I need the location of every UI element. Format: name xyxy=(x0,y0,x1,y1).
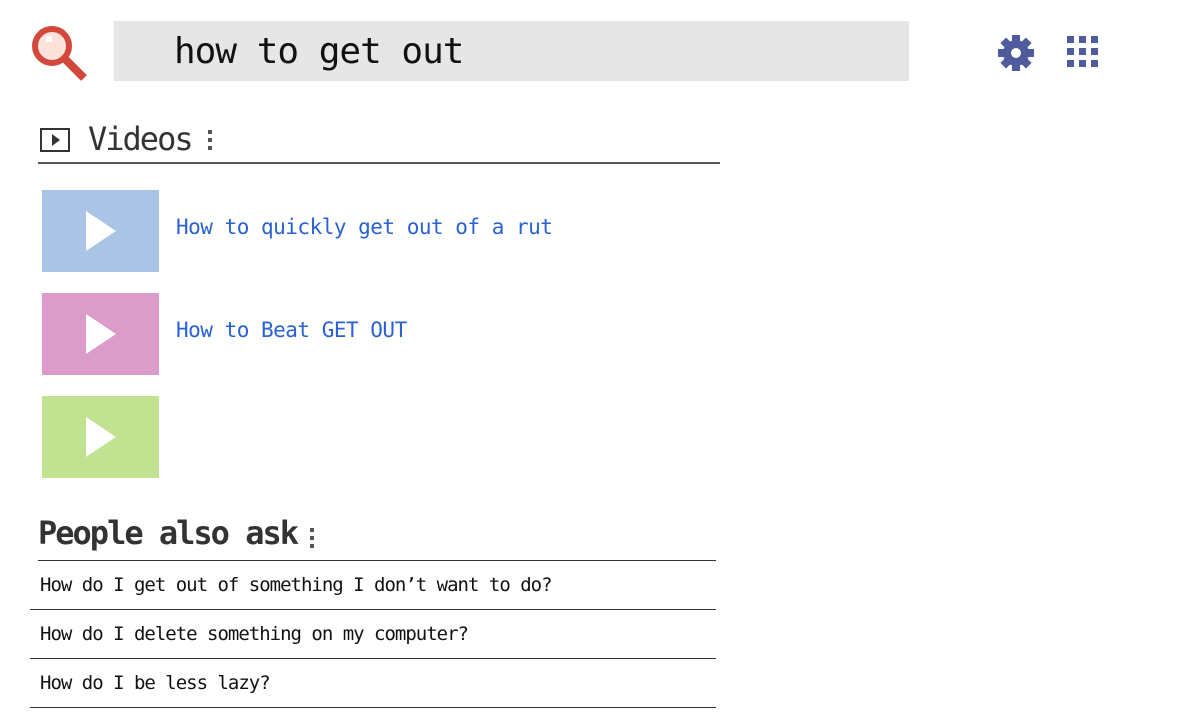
search-bar[interactable] xyxy=(114,21,909,81)
gear-icon[interactable] xyxy=(996,33,1036,73)
video-thumbnail[interactable] xyxy=(42,190,159,272)
video-title-link[interactable]: How to quickly get out of a rut xyxy=(176,212,553,242)
videos-title: Videos xyxy=(88,120,194,158)
video-title-link[interactable]: How to Beat GET OUT xyxy=(176,315,407,345)
question-item[interactable]: How do I get out of something I don’t wa… xyxy=(30,561,716,610)
people-also-ask-title: People also ask xyxy=(38,514,299,552)
video-item[interactable]: How to Beat GET OUT xyxy=(42,293,722,375)
video-thumbnail[interactable] xyxy=(42,396,159,478)
people-also-ask-more-icon[interactable] xyxy=(310,528,316,550)
search-input[interactable] xyxy=(174,21,874,81)
question-text[interactable]: How do I be less lazy? xyxy=(40,669,271,697)
magnifier-icon[interactable] xyxy=(28,24,90,84)
question-text[interactable]: How do I get out of something I don’t wa… xyxy=(40,571,553,599)
video-item[interactable]: How to quickly get out of a rut xyxy=(42,190,722,272)
videos-section-header: Videos xyxy=(38,118,720,164)
question-item[interactable]: How do I delete something on my computer… xyxy=(30,610,716,659)
question-text[interactable]: How do I delete something on my computer… xyxy=(40,620,469,648)
play-icon xyxy=(86,211,116,251)
apps-grid-icon[interactable] xyxy=(1067,36,1099,68)
videos-more-icon[interactable] xyxy=(208,130,214,152)
people-also-ask-header: People also ask xyxy=(38,512,716,561)
play-icon xyxy=(86,417,116,457)
question-item[interactable]: How do I be less lazy? xyxy=(30,659,716,708)
play-icon xyxy=(86,314,116,354)
video-box-icon xyxy=(40,128,70,152)
video-thumbnail[interactable] xyxy=(42,293,159,375)
header xyxy=(0,0,1185,100)
video-item[interactable] xyxy=(42,396,722,478)
